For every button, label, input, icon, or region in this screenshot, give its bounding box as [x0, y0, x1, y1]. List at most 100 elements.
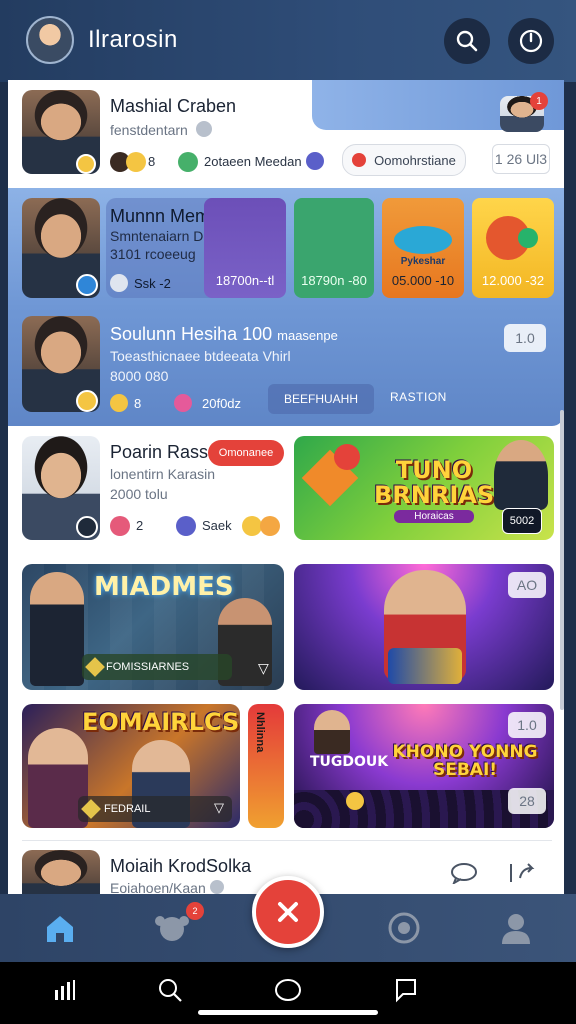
video-card[interactable]: MIADMES FOMISSIARNES ▽: [22, 564, 284, 690]
close-icon: [278, 902, 298, 922]
emoji-icon: [76, 390, 98, 412]
search-icon[interactable]: [152, 972, 188, 1008]
stat-label: 2: [136, 518, 144, 533]
item-subtitle: Toeasthicnaee btdeeata Vhirl: [110, 348, 291, 364]
share-icon[interactable]: [508, 862, 538, 889]
feed[interactable]: Mashial Craben fenstdentarn 8 2otaeen Me…: [8, 80, 564, 894]
tile[interactable]: 18700n--tl: [204, 198, 286, 298]
game-logo-icon: [394, 226, 452, 254]
book-icon: [388, 648, 462, 684]
video-card[interactable]: AO: [294, 564, 554, 690]
stat-label: 20f0dz: [202, 396, 242, 411]
music-icon: [76, 516, 98, 538]
item-title-suffix: maasenpe: [277, 328, 338, 343]
activity-icon: [388, 912, 420, 944]
heart-icon: [174, 394, 192, 412]
app-header: Ilrarosin: [0, 0, 576, 82]
chevron-down-icon[interactable]: ▽: [214, 800, 224, 816]
feed-item[interactable]: Mashial Craben fenstdentarn 8 2otaeen Me…: [8, 80, 564, 188]
divider: [22, 840, 552, 841]
follow-pill-label: Oomohrstiane: [374, 152, 456, 168]
person-figure: [30, 572, 84, 686]
verified-icon: [196, 121, 212, 137]
nav-home[interactable]: [38, 906, 82, 950]
emoji-icon: [126, 152, 146, 172]
view-counter: 1.0: [508, 712, 546, 738]
tile[interactable]: Pykeshar 05.000 -10: [382, 198, 464, 298]
video-title: MIADMES: [94, 572, 234, 602]
featured-block[interactable]: Munnn Memasns Smntenaiarn Dodennan 3101 …: [8, 188, 564, 426]
home-button-icon[interactable]: [270, 972, 306, 1008]
item-title-text: Soulunn Hesiha 100: [110, 324, 273, 344]
tile-title: Pykeshar: [400, 256, 446, 267]
stat-label: 8: [134, 396, 142, 411]
chevron-down-icon[interactable]: ▽: [258, 660, 269, 677]
overlay-badge[interactable]: 5002: [502, 508, 542, 534]
verified-icon: [210, 880, 224, 894]
video-title: EOMAIRLCS: [82, 708, 240, 736]
streamer-figure: [494, 440, 548, 510]
comment-icon[interactable]: [450, 862, 480, 889]
chat-icon[interactable]: [388, 972, 424, 1008]
game-subtitle: Horaicas: [394, 510, 474, 523]
view-counter: 1.0: [504, 324, 546, 352]
power-icon: [519, 29, 543, 53]
notification-badge: 2: [186, 902, 204, 920]
item-subtitle: lonentirn Karasin: [110, 466, 216, 482]
globe-icon: [176, 516, 196, 536]
count: 8: [148, 154, 156, 169]
strip-card[interactable]: Nhlinna: [248, 704, 284, 828]
video-card[interactable]: TUGDOUK KHONO YONNG SEBAI! 1.0 28: [294, 704, 554, 828]
action-label[interactable]: RASTION: [390, 390, 447, 404]
tag-label: 2otaeen Meedan: [204, 154, 302, 169]
heart-icon: [110, 516, 130, 536]
item-subtitle: 2000 tolu: [110, 486, 168, 502]
item-title[interactable]: Soulunn Hesiha 100 maasenpe: [110, 324, 338, 345]
item-title[interactable]: Mashial Craben: [110, 96, 236, 117]
item-title[interactable]: Moiaih KrodSolka: [110, 856, 251, 877]
view-counter: 28: [508, 788, 546, 814]
home-indicator[interactable]: [198, 1010, 378, 1015]
nav-activity[interactable]: [382, 906, 426, 950]
game-title: TUNO BRNRIAS: [374, 456, 495, 510]
close-button[interactable]: [252, 876, 324, 948]
profile-avatar[interactable]: [26, 16, 74, 64]
strip-text: Nhlinna: [254, 712, 266, 753]
video-subtitle: TUGDOUK: [310, 754, 389, 770]
play-icon: [76, 274, 98, 296]
check-icon: [178, 152, 198, 172]
ball-icon: [334, 444, 360, 470]
home-icon: [47, 916, 73, 942]
emoji-icon: [110, 394, 128, 412]
live-pill[interactable]: Omonanee: [208, 440, 284, 466]
balloon-icon: [518, 228, 538, 248]
follow-pill[interactable]: Oomohrstiane: [342, 144, 466, 176]
item-subtitle: 8000 080: [110, 368, 169, 384]
notification-badge: 1: [530, 92, 548, 110]
settings-icon: [110, 274, 128, 292]
avatar: [306, 152, 324, 170]
game-card[interactable]: TUNO BRNRIAS Horaicas 5002: [294, 436, 554, 540]
view-counter: 1 26 Ul3: [492, 144, 550, 174]
stat-label: Ssk -2: [134, 276, 171, 291]
thumbnail[interactable]: [22, 850, 100, 894]
community-icon: [155, 916, 189, 941]
record-icon: [352, 153, 367, 167]
emoji-icon: [260, 516, 280, 536]
tile[interactable]: 12.000 -32: [472, 198, 554, 298]
emoji-icon: [242, 516, 262, 536]
tile-label: 12.000 -32: [481, 273, 545, 288]
stat-label: Saek: [202, 518, 232, 533]
search-button[interactable]: [444, 18, 490, 64]
video-card[interactable]: EOMAIRLCS FEDRAIL ▽: [22, 704, 240, 828]
action-button[interactable]: BEEFHUAHH: [268, 384, 374, 414]
scrollbar[interactable]: [560, 410, 564, 710]
power-button[interactable]: [508, 18, 554, 64]
signal-icon[interactable]: [46, 972, 82, 1008]
tile[interactable]: 18790n -80: [294, 198, 374, 298]
nav-profile[interactable]: [494, 906, 538, 950]
view-counter: AO: [508, 572, 546, 598]
video-title: KHONO YONNG SEBAI!: [392, 742, 538, 780]
item-title[interactable]: Poarin Rass: [110, 442, 208, 463]
item-subtitle: 3101 rcoeeug: [110, 246, 196, 262]
